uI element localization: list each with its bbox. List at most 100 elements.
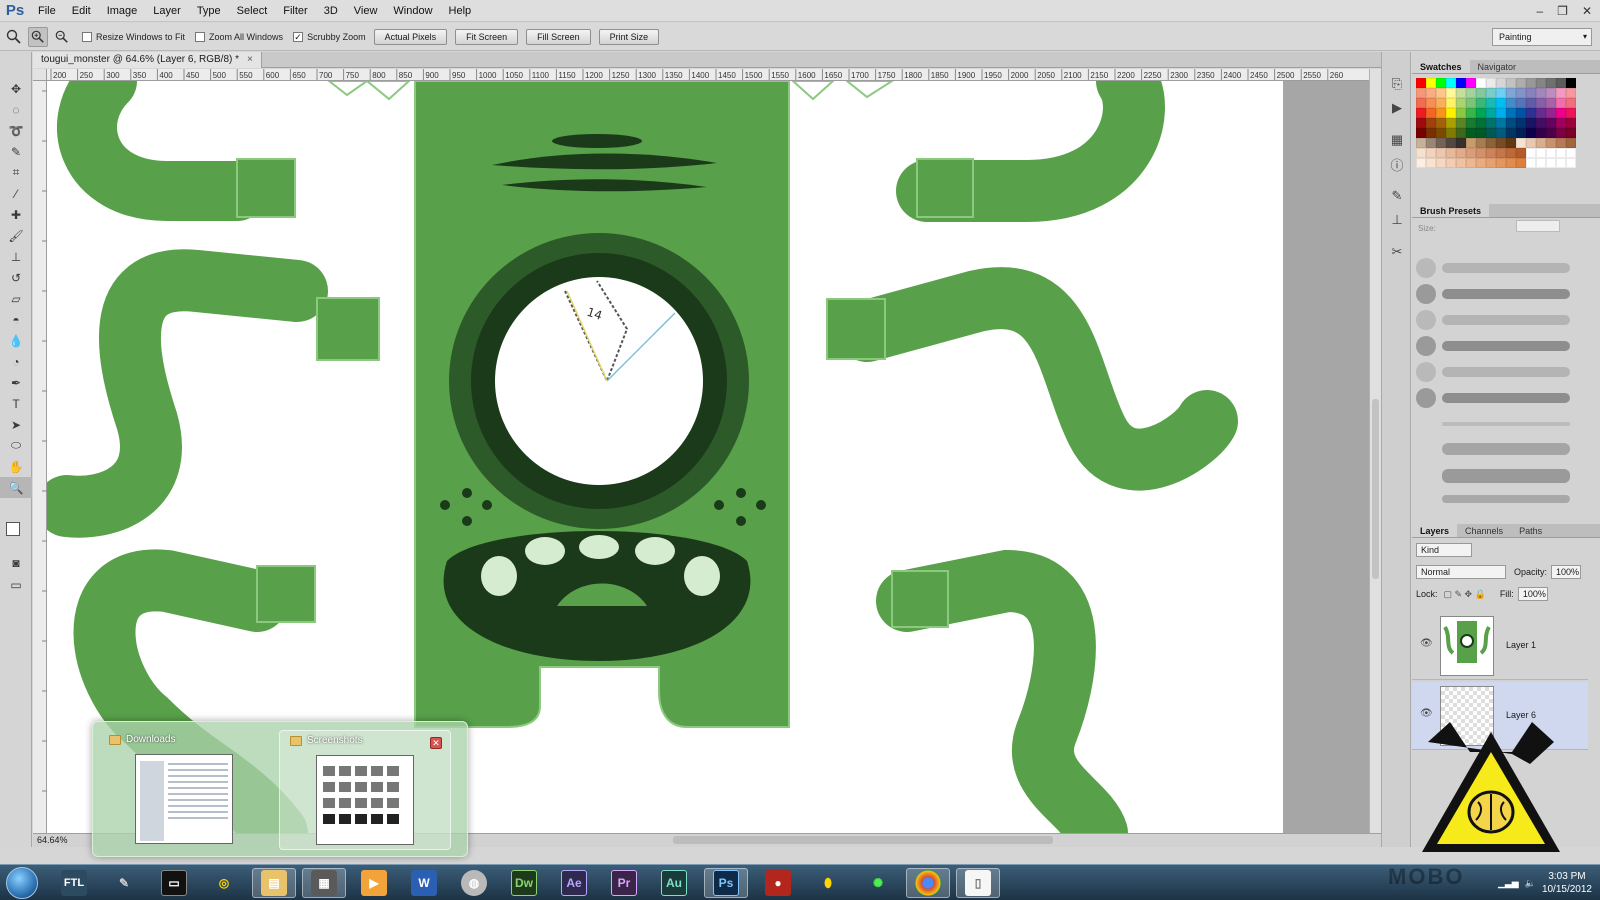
zoom-all-windows-checkbox[interactable]: Zoom All Windows [195,31,283,42]
swatch[interactable] [1456,88,1466,98]
swatch[interactable] [1556,148,1566,158]
swatch[interactable] [1546,98,1556,108]
swatch[interactable] [1566,88,1576,98]
info-icon[interactable]: ⓘ [1382,152,1412,176]
menu-window[interactable]: Window [385,0,440,22]
swatch[interactable] [1486,88,1496,98]
taskbar-red-app-icon[interactable]: ● [756,868,800,898]
resize-windows-checkbox[interactable]: Resize Windows to Fit [82,31,185,42]
swatch[interactable] [1526,88,1536,98]
crop-tool-icon[interactable]: ⌗ [0,162,32,183]
swatch[interactable] [1536,78,1546,88]
swatch[interactable] [1486,78,1496,88]
swatch[interactable] [1446,78,1456,88]
swatch[interactable] [1556,98,1566,108]
zoom-level[interactable]: 64.64% [37,834,68,847]
taskbar-word[interactable]: W [402,868,446,898]
eyedropper-tool-icon[interactable]: ⁄ [0,183,32,204]
swatch[interactable] [1466,118,1476,128]
swatch[interactable] [1426,148,1436,158]
brush-preset[interactable] [1416,282,1576,306]
foreground-color[interactable] [6,522,20,536]
document-tab[interactable]: tougui_monster @ 64.6% (Layer 6, RGB/8) … [33,52,262,68]
taskbar-media-icon[interactable]: ▶ [352,868,396,898]
swatch[interactable] [1476,108,1486,118]
swatch[interactable] [1566,138,1576,148]
swatch[interactable] [1416,118,1426,128]
swatch[interactable] [1516,138,1526,148]
vertical-scrollbar[interactable] [1369,69,1381,833]
swatch[interactable] [1516,118,1526,128]
swatch[interactable] [1506,118,1516,128]
swatch[interactable] [1466,138,1476,148]
swatch[interactable] [1456,138,1466,148]
color-swatches[interactable] [6,522,30,546]
swatch[interactable] [1546,118,1556,128]
swatch[interactable] [1416,108,1426,118]
taskbar-chrome-icon[interactable] [906,868,950,898]
swatch[interactable] [1476,138,1486,148]
blend-mode-select[interactable]: Normal [1416,565,1506,579]
swatch[interactable] [1496,128,1506,138]
fill-screen-button[interactable]: Fill Screen [526,28,591,45]
visibility-eye-icon[interactable]: 👁 [1420,638,1433,649]
swatch[interactable] [1416,158,1426,168]
swatch[interactable] [1516,88,1526,98]
marquee-tool-icon[interactable]: ◌ [0,99,32,120]
swatch[interactable] [1536,108,1546,118]
swatch[interactable] [1536,148,1546,158]
network-icon[interactable]: ▁▃▅ [1498,878,1519,889]
taskbar-photoshop[interactable]: Ps [704,868,748,898]
hand-tool-icon[interactable]: ✋ [0,456,32,477]
swatch[interactable] [1466,78,1476,88]
swatch[interactable] [1486,98,1496,108]
swatch[interactable] [1506,78,1516,88]
actual-pixels-button[interactable]: Actual Pixels [373,28,448,45]
menu-3d[interactable]: 3D [316,0,346,22]
swatch[interactable] [1426,88,1436,98]
layer-name[interactable]: Layer 1 [1506,640,1536,650]
swatch[interactable] [1436,128,1446,138]
swatch[interactable] [1446,138,1456,148]
swatch[interactable] [1546,148,1556,158]
swatch[interactable] [1546,108,1556,118]
brush-preset[interactable] [1416,360,1576,384]
swatch[interactable] [1466,148,1476,158]
taskbar-terminal-icon[interactable]: ▭ [152,868,196,898]
volume-icon[interactable]: 🔈 [1525,878,1536,889]
swatch[interactable] [1516,98,1526,108]
swatch[interactable] [1476,118,1486,128]
swatch[interactable] [1476,128,1486,138]
horizontal-ruler[interactable]: 200 250 300 350 400 450 500 550 600 650 700 750 800 8… [47,69,1369,81]
swatch[interactable] [1536,88,1546,98]
swatch[interactable] [1516,128,1526,138]
brush-tool-icon[interactable]: 🖌 [0,225,32,246]
swatch[interactable] [1426,138,1436,148]
swatch[interactable] [1426,158,1436,168]
paint-bucket-tool-icon[interactable]: ◓ [0,309,32,330]
swatch[interactable] [1536,138,1546,148]
swatch[interactable] [1436,98,1446,108]
taskbar-after-effects[interactable]: Ae [552,868,596,898]
menu-edit[interactable]: Edit [64,0,99,22]
taskbar-signal-icon[interactable]: ◎ [202,868,246,898]
healing-brush-tool-icon[interactable]: ✚ [0,204,32,225]
swatch[interactable] [1416,148,1426,158]
swatch[interactable] [1416,88,1426,98]
shape-tool-icon[interactable]: ⬭ [0,435,32,456]
zoom-tool-preset-icon[interactable] [4,27,24,47]
swatch[interactable] [1466,98,1476,108]
brush-preset[interactable] [1416,308,1576,332]
swatch[interactable] [1516,78,1526,88]
swatch[interactable] [1436,148,1446,158]
swatch[interactable] [1506,128,1516,138]
swatch[interactable] [1556,138,1566,148]
blur-tool-icon[interactable]: 💧 [0,330,32,351]
workspace-switcher[interactable]: Painting ▾ [1492,28,1592,46]
swatch[interactable] [1556,118,1566,128]
tab-brush-presets[interactable]: Brush Presets [1412,204,1490,217]
preview-screenshots[interactable]: Screenshots ✕ [279,730,451,850]
preview-downloads[interactable]: Downloads [99,730,271,850]
swatch[interactable] [1456,118,1466,128]
swatch[interactable] [1516,158,1526,168]
